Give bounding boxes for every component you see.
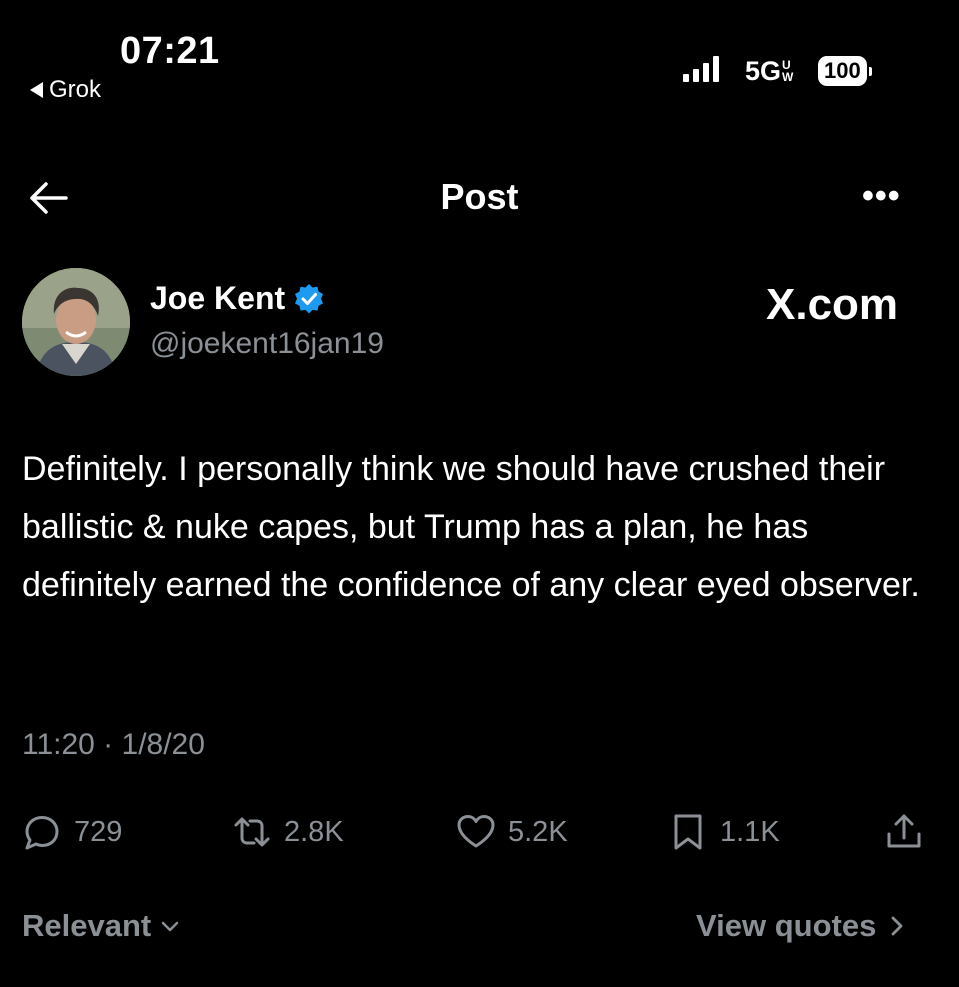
bookmark-icon bbox=[674, 814, 702, 850]
back-arrow-icon[interactable] bbox=[26, 176, 70, 220]
share-button[interactable] bbox=[884, 812, 924, 852]
bookmark-count: 1.1K bbox=[720, 815, 780, 848]
back-triangle-icon bbox=[30, 82, 43, 98]
chevron-down-icon bbox=[161, 921, 179, 932]
page-title: Post bbox=[440, 176, 519, 217]
network-indicator: 5G U W bbox=[745, 56, 793, 87]
like-count: 5.2K bbox=[508, 815, 568, 848]
share-icon bbox=[887, 814, 921, 848]
avatar-photo bbox=[22, 268, 130, 376]
network-label: 5G bbox=[745, 56, 782, 86]
more-icon[interactable]: ••• bbox=[862, 179, 901, 213]
author-name-row[interactable]: Joe Kent bbox=[150, 280, 325, 317]
repost-button[interactable]: 2.8K bbox=[232, 812, 344, 852]
battery-icon: 100 bbox=[818, 56, 872, 86]
view-quotes-link[interactable]: View quotes bbox=[696, 908, 906, 944]
reply-icon bbox=[25, 816, 59, 850]
verified-icon bbox=[295, 283, 324, 313]
author-handle[interactable]: @joekent16jan19 bbox=[150, 327, 384, 361]
reply-count: 729 bbox=[74, 815, 123, 848]
sort-label: Relevant bbox=[22, 908, 152, 943]
chevron-right-icon bbox=[891, 916, 903, 936]
x-com-watermark: X.com bbox=[766, 280, 899, 329]
post-timestamp[interactable]: 11:20 · 1/8/20 bbox=[22, 728, 205, 762]
network-sub: W bbox=[782, 70, 794, 84]
bookmark-button[interactable]: 1.1K bbox=[668, 812, 780, 852]
back-to-app-button[interactable]: Grok bbox=[30, 76, 101, 104]
like-icon bbox=[457, 815, 495, 848]
avatar[interactable] bbox=[22, 268, 130, 376]
status-time: 07:21 bbox=[120, 30, 220, 72]
back-app-label: Grok bbox=[49, 76, 102, 103]
signal-icon bbox=[683, 56, 719, 82]
like-button[interactable]: 5.2K bbox=[456, 812, 568, 852]
repost-icon bbox=[234, 817, 270, 847]
tweet-text: Definitely. I personally think we should… bbox=[22, 450, 920, 604]
view-quotes-label: View quotes bbox=[696, 908, 877, 943]
author-name: Joe Kent bbox=[150, 280, 286, 316]
repost-count: 2.8K bbox=[284, 815, 344, 848]
sort-replies-dropdown[interactable]: Relevant bbox=[22, 908, 181, 944]
reply-button[interactable]: 729 bbox=[22, 812, 122, 852]
battery-level: 100 bbox=[818, 56, 867, 86]
